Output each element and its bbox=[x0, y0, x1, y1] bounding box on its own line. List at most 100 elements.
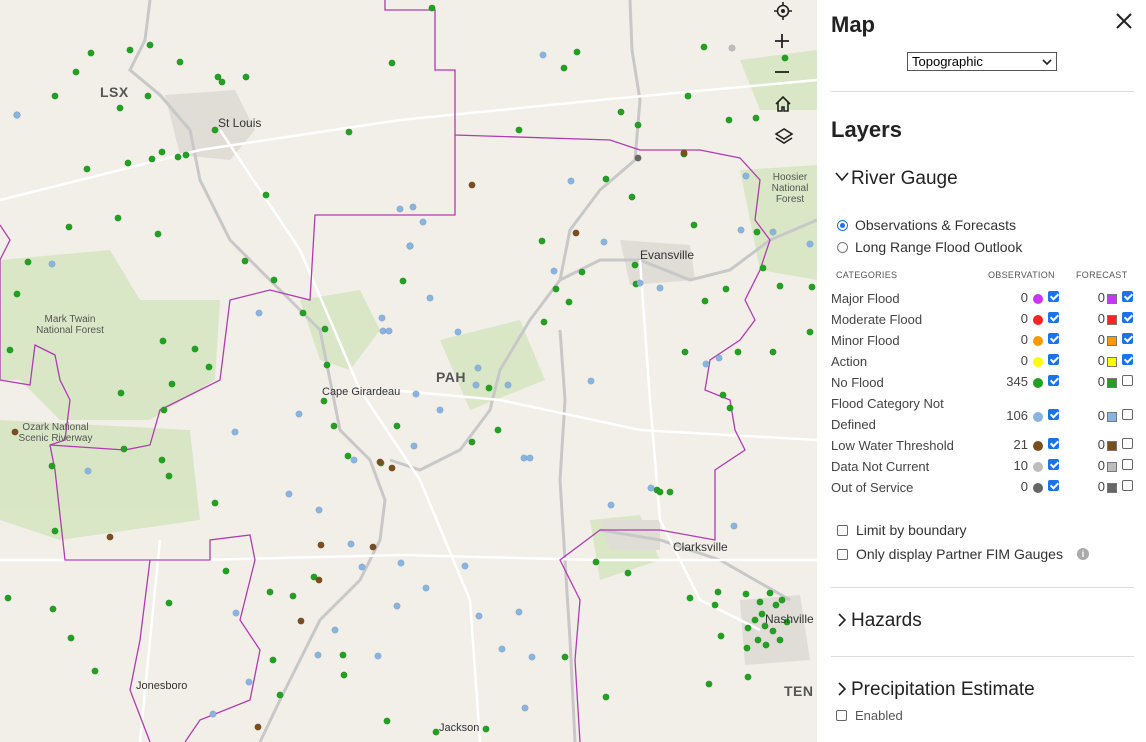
gauge-marker[interactable] bbox=[778, 596, 786, 604]
gauge-marker[interactable] bbox=[504, 381, 512, 389]
gauge-marker[interactable] bbox=[647, 484, 655, 492]
gauge-marker[interactable] bbox=[468, 438, 476, 446]
gauge-marker[interactable] bbox=[116, 104, 124, 112]
gauge-marker[interactable] bbox=[540, 318, 548, 326]
gauge-marker[interactable] bbox=[494, 426, 502, 434]
gauge-marker[interactable] bbox=[289, 592, 297, 600]
gauge-marker[interactable] bbox=[160, 406, 168, 414]
gauge-marker[interactable] bbox=[396, 205, 404, 213]
gauge-marker[interactable] bbox=[742, 590, 750, 598]
observation-checkbox[interactable] bbox=[1048, 438, 1059, 449]
gauge-marker[interactable] bbox=[205, 363, 213, 371]
gauge-marker[interactable] bbox=[126, 46, 134, 54]
gauge-marker[interactable] bbox=[67, 634, 75, 642]
gauge-marker[interactable] bbox=[759, 264, 767, 272]
limit-by-boundary-checkbox[interactable] bbox=[837, 524, 848, 536]
gauge-marker[interactable] bbox=[222, 567, 230, 575]
partner-fim-option[interactable]: Only display Partner FIM Gauges i bbox=[837, 546, 1089, 562]
gauge-marker[interactable] bbox=[315, 506, 323, 514]
gauge-marker[interactable] bbox=[474, 364, 482, 372]
gauge-marker[interactable] bbox=[578, 268, 586, 276]
gauge-marker[interactable] bbox=[567, 177, 575, 185]
gauge-marker[interactable] bbox=[49, 605, 57, 613]
locate-button[interactable] bbox=[774, 2, 804, 30]
gauge-marker[interactable] bbox=[624, 569, 632, 577]
gauge-marker[interactable] bbox=[454, 328, 462, 336]
gauge-marker[interactable] bbox=[419, 218, 427, 226]
gauge-marker[interactable] bbox=[725, 116, 733, 124]
gauge-marker[interactable] bbox=[607, 501, 615, 509]
mode-long-range-outlook[interactable]: Long Range Flood Outlook bbox=[837, 239, 1022, 255]
chevron-right-icon[interactable] bbox=[838, 613, 846, 627]
gauge-marker[interactable] bbox=[345, 128, 353, 136]
gauge-marker[interactable] bbox=[106, 533, 114, 541]
gauge-marker[interactable] bbox=[600, 238, 608, 246]
forecast-checkbox[interactable] bbox=[1122, 375, 1133, 386]
gauge-marker[interactable] bbox=[266, 588, 274, 596]
gauge-marker[interactable] bbox=[72, 68, 80, 76]
forecast-checkbox[interactable] bbox=[1122, 291, 1133, 302]
gauge-marker[interactable] bbox=[515, 126, 523, 134]
gauge-marker[interactable] bbox=[158, 148, 166, 156]
gauge-marker[interactable] bbox=[285, 490, 293, 498]
gauge-marker[interactable] bbox=[120, 445, 128, 453]
forecast-checkbox[interactable] bbox=[1122, 354, 1133, 365]
gauge-marker[interactable] bbox=[684, 92, 692, 100]
gauge-marker[interactable] bbox=[323, 361, 331, 369]
gauge-marker[interactable] bbox=[299, 309, 307, 317]
gauge-marker[interactable] bbox=[378, 314, 386, 322]
gauge-marker[interactable] bbox=[388, 59, 396, 67]
gauge-marker[interactable] bbox=[772, 601, 780, 609]
gauge-marker[interactable] bbox=[762, 641, 770, 649]
gauge-marker[interactable] bbox=[124, 159, 132, 167]
gauge-marker[interactable] bbox=[573, 48, 581, 56]
gauge-marker[interactable] bbox=[146, 41, 154, 49]
forecast-checkbox[interactable] bbox=[1122, 312, 1133, 323]
gauge-marker[interactable] bbox=[374, 652, 382, 660]
gauge-marker[interactable] bbox=[515, 608, 523, 616]
gauge-marker[interactable] bbox=[242, 73, 250, 81]
mode-observations-forecasts[interactable]: Observations & Forecasts bbox=[837, 217, 1016, 233]
precip-enabled-option[interactable]: Enabled bbox=[836, 708, 903, 723]
gauge-marker[interactable] bbox=[485, 384, 493, 392]
gauge-marker[interactable] bbox=[232, 609, 240, 617]
gauge-marker[interactable] bbox=[383, 717, 391, 725]
forecast-checkbox[interactable] bbox=[1122, 438, 1133, 449]
gauge-marker[interactable] bbox=[388, 464, 396, 472]
gauge-marker[interactable] bbox=[209, 710, 217, 718]
gauge-marker[interactable] bbox=[165, 599, 173, 607]
info-icon[interactable]: i bbox=[1076, 548, 1089, 560]
gauge-marker[interactable] bbox=[521, 704, 529, 712]
gauge-marker[interactable] bbox=[426, 294, 434, 302]
forecast-checkbox[interactable] bbox=[1122, 459, 1133, 470]
gauge-marker[interactable] bbox=[636, 279, 644, 287]
gauge-marker[interactable] bbox=[711, 601, 719, 609]
zoom-in-button[interactable] bbox=[774, 33, 804, 61]
gauge-marker[interactable] bbox=[656, 284, 664, 292]
observation-checkbox[interactable] bbox=[1048, 409, 1059, 420]
gauge-marker[interactable] bbox=[472, 381, 480, 389]
gauge-points-layer[interactable] bbox=[0, 0, 817, 742]
gauge-marker[interactable] bbox=[769, 348, 777, 356]
gauge-marker[interactable] bbox=[719, 391, 727, 399]
forecast-checkbox[interactable] bbox=[1122, 480, 1133, 491]
gauge-marker[interactable] bbox=[743, 644, 751, 652]
gauge-marker[interactable] bbox=[48, 260, 56, 268]
gauge-marker[interactable] bbox=[550, 267, 558, 275]
gauge-marker[interactable] bbox=[722, 285, 730, 293]
observation-checkbox[interactable] bbox=[1048, 354, 1059, 365]
gauge-marker[interactable] bbox=[218, 78, 226, 86]
gauge-marker[interactable] bbox=[399, 277, 407, 285]
gauge-marker[interactable] bbox=[602, 175, 610, 183]
gauge-marker[interactable] bbox=[269, 656, 277, 664]
gauge-marker[interactable] bbox=[48, 462, 56, 470]
zoom-out-button[interactable] bbox=[774, 64, 804, 92]
gauge-marker[interactable] bbox=[24, 258, 32, 266]
gauge-marker[interactable] bbox=[339, 651, 347, 659]
gauge-marker[interactable] bbox=[379, 327, 387, 335]
gauge-marker[interactable] bbox=[4, 594, 12, 602]
gauge-marker[interactable] bbox=[702, 360, 710, 368]
gauge-marker[interactable] bbox=[656, 488, 664, 496]
gauge-marker[interactable] bbox=[255, 309, 263, 317]
gauge-marker[interactable] bbox=[552, 285, 560, 293]
